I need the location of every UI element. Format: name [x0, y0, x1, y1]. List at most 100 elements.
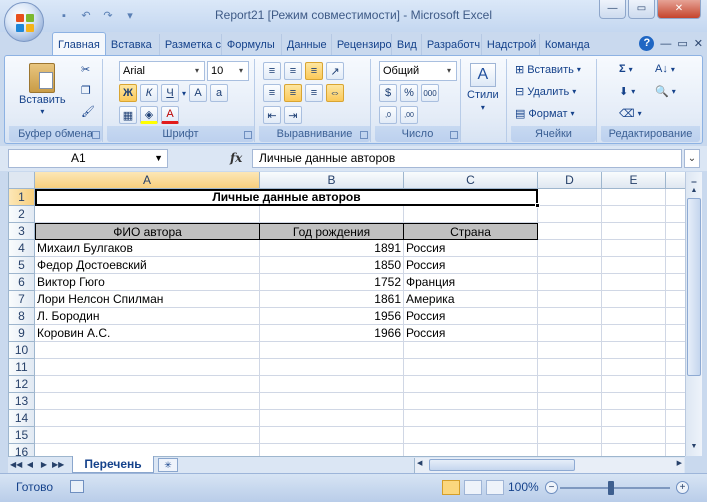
row-header-14[interactable]: 14: [9, 410, 35, 427]
macro-record-icon[interactable]: [70, 480, 84, 493]
font-launcher-icon[interactable]: [244, 131, 252, 139]
align-left-icon[interactable]: ≡: [263, 84, 281, 102]
table-cell-year[interactable]: 1850: [260, 257, 404, 274]
align-center-icon[interactable]: ≡: [284, 84, 302, 102]
borders-icon[interactable]: ▦: [119, 106, 137, 124]
table-cell-year[interactable]: 1956: [260, 308, 404, 325]
clipboard-launcher-icon[interactable]: [92, 131, 100, 139]
vertical-scrollbar[interactable]: ═ ▲ ▼: [685, 172, 702, 456]
last-sheet-icon[interactable]: ▶▶: [52, 457, 64, 473]
close-button[interactable]: ✕: [657, 0, 701, 19]
percent-icon[interactable]: %: [400, 84, 418, 102]
tab-addins[interactable]: Надстрой: [482, 34, 540, 56]
scroll-down-icon[interactable]: ▼: [687, 440, 701, 453]
table-cell-name[interactable]: Михаил Булгаков: [35, 240, 260, 257]
table-cell-name[interactable]: Виктор Гюго: [35, 274, 260, 291]
tab-review[interactable]: Рецензиро: [332, 34, 392, 56]
align-top-icon[interactable]: ≡: [263, 62, 281, 80]
minimize-button[interactable]: —: [599, 0, 626, 19]
page-break-view-icon[interactable]: [486, 480, 504, 495]
zoom-level[interactable]: 100%: [508, 480, 539, 494]
styles-button[interactable]: A Стили ▾: [467, 63, 499, 112]
expand-formula-icon[interactable]: ⌄: [684, 149, 700, 168]
table-cell-year[interactable]: 1891: [260, 240, 404, 257]
format-painter-icon[interactable]: 🖌: [81, 105, 95, 118]
tab-data[interactable]: Данные: [282, 34, 332, 56]
scroll-right-icon[interactable]: ▶: [677, 459, 682, 467]
name-box[interactable]: A1 ▼: [8, 149, 168, 168]
table-cell-country[interactable]: Россия: [404, 257, 538, 274]
row-header-7[interactable]: 7: [9, 291, 35, 308]
maximize-button[interactable]: ▭: [628, 0, 655, 19]
bold-button[interactable]: Ж: [119, 84, 137, 102]
row-header-11[interactable]: 11: [9, 359, 35, 376]
tab-view[interactable]: Вид: [392, 34, 422, 56]
currency-icon[interactable]: $: [379, 84, 397, 102]
number-launcher-icon[interactable]: [450, 131, 458, 139]
help-icon[interactable]: ?: [639, 36, 655, 51]
tab-home[interactable]: Главная: [52, 32, 106, 56]
row-header-2[interactable]: 2: [9, 206, 35, 223]
table-cell-country[interactable]: Россия: [404, 325, 538, 342]
underline-button[interactable]: Ч: [161, 84, 179, 102]
row-header-8[interactable]: 8: [9, 308, 35, 325]
insert-sheet-icon[interactable]: ✳: [158, 458, 178, 472]
column-header-c[interactable]: C: [404, 172, 538, 189]
table-cell-country[interactable]: Франция: [404, 274, 538, 291]
tab-insert[interactable]: Вставка: [106, 34, 160, 56]
zoom-in-icon[interactable]: +: [676, 481, 689, 494]
header-cell-name[interactable]: ФИО автора: [35, 223, 260, 240]
worksheet-grid[interactable]: A B C D E 1 2 3 4 5 6 7 8 9 10 11 12 13 …: [8, 172, 685, 456]
ribbon-restore-icon[interactable]: ▭: [677, 37, 687, 50]
ribbon-close-icon[interactable]: ✕: [694, 37, 703, 50]
header-cell-country[interactable]: Страна: [404, 223, 538, 240]
delete-cells-button[interactable]: ⊟ Удалить ▾: [515, 85, 576, 99]
row-header-15[interactable]: 15: [9, 427, 35, 444]
shrink-font-icon[interactable]: a: [210, 84, 229, 102]
tab-developer[interactable]: Разработч: [422, 34, 482, 56]
row-header-4[interactable]: 4: [9, 240, 35, 257]
horizontal-scroll-thumb[interactable]: [429, 459, 575, 471]
table-cell-name[interactable]: Лори Нелсон Спилман: [35, 291, 260, 308]
office-button[interactable]: [4, 2, 44, 42]
clear-button[interactable]: ⌫ ▾: [619, 107, 642, 120]
cut-icon[interactable]: ✂: [81, 63, 90, 76]
autosum-button[interactable]: Σ ▾: [619, 63, 633, 75]
table-cell-year[interactable]: 1861: [260, 291, 404, 308]
horizontal-scrollbar[interactable]: ◀ ▶: [414, 458, 684, 473]
insert-function-icon[interactable]: fx: [230, 151, 242, 165]
table-cell-country[interactable]: Россия: [404, 308, 538, 325]
font-name-combo[interactable]: Arial ▾: [119, 61, 205, 81]
row-header-5[interactable]: 5: [9, 257, 35, 274]
merge-center-icon[interactable]: ⇔: [326, 84, 344, 102]
fill-button[interactable]: ⬇ ▾: [619, 85, 635, 98]
row-header-10[interactable]: 10: [9, 342, 35, 359]
row-header-1[interactable]: 1: [9, 189, 35, 206]
column-header-f[interactable]: [666, 172, 685, 189]
paste-button[interactable]: Вставить ▾: [19, 63, 66, 116]
format-cells-button[interactable]: ▤ Формат ▾: [515, 107, 575, 121]
table-cell-year[interactable]: 1752: [260, 274, 404, 291]
row-header-13[interactable]: 13: [9, 393, 35, 410]
copy-icon[interactable]: ❐: [81, 84, 91, 97]
column-header-e[interactable]: E: [602, 172, 666, 189]
scroll-left-icon[interactable]: ◀: [417, 459, 422, 467]
normal-view-icon[interactable]: [442, 480, 460, 495]
grow-font-icon[interactable]: A: [189, 84, 208, 102]
tab-team[interactable]: Команда: [540, 34, 596, 56]
row-header-9[interactable]: 9: [9, 325, 35, 342]
scroll-up-icon[interactable]: ▲: [687, 184, 701, 197]
vertical-scroll-thumb[interactable]: [687, 198, 701, 376]
align-middle-icon[interactable]: ≡: [284, 62, 302, 80]
find-select-button[interactable]: 🔍 ▾: [655, 85, 676, 98]
fill-handle[interactable]: [535, 203, 540, 208]
row-header-16[interactable]: 16: [9, 444, 35, 456]
zoom-out-icon[interactable]: −: [545, 481, 558, 494]
alignment-launcher-icon[interactable]: [360, 131, 368, 139]
table-cell-name[interactable]: Коровин А.С.: [35, 325, 260, 342]
number-format-combo[interactable]: Общий ▾: [379, 61, 457, 81]
zoom-slider[interactable]: [560, 487, 670, 489]
align-right-icon[interactable]: ≡: [305, 84, 323, 102]
increase-decimal-icon[interactable]: ,0: [379, 106, 397, 124]
sort-filter-button[interactable]: A↓ ▾: [655, 63, 675, 75]
